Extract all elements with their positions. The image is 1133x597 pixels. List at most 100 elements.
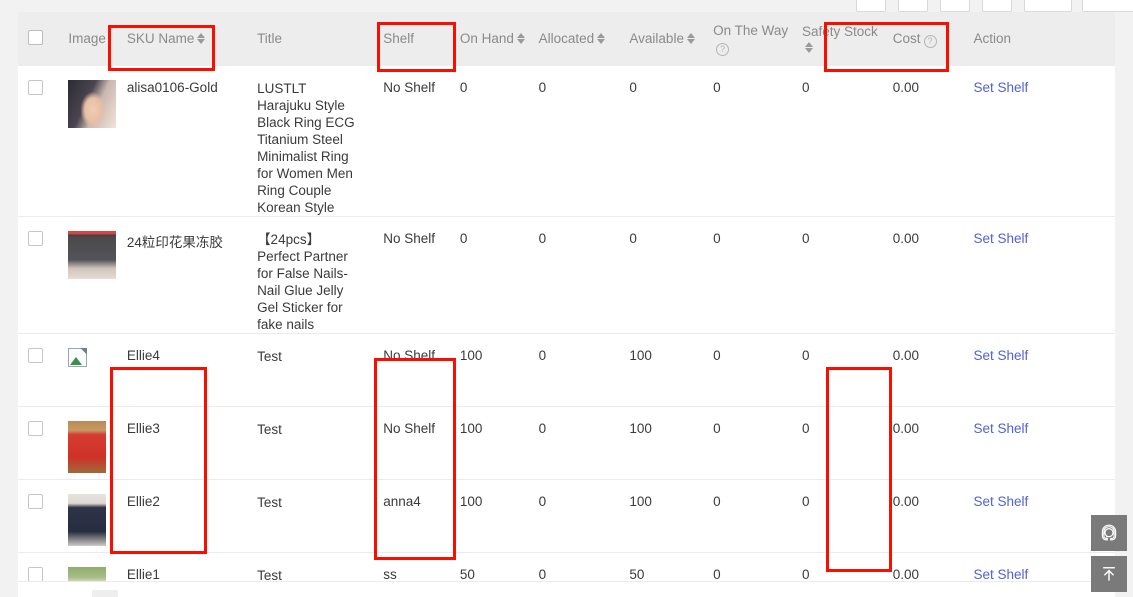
cell-sku-name: alisa0106-Gold [116, 66, 248, 217]
cell-checkbox [18, 66, 59, 217]
header-cell-shelf: Shelf [373, 12, 450, 66]
cell-safety-stock: 0 [791, 216, 883, 334]
header-label-on-hand: On Hand [459, 31, 514, 46]
cell-on-the-way: 0 [703, 333, 792, 407]
cell-available: 0 [619, 66, 704, 217]
cell-title: Test [247, 333, 374, 407]
row-checkbox[interactable] [28, 231, 43, 246]
set-shelf-link[interactable]: Set Shelf [974, 231, 1029, 246]
cell-safety-stock: 0 [791, 479, 883, 553]
sku-name-value: Ellie4 [126, 348, 160, 363]
help-icon-cost[interactable]: ? [923, 34, 937, 48]
safety-stock-value: 0 [801, 348, 810, 363]
on-the-way-value: 0 [713, 421, 721, 436]
on-the-way-value: 0 [713, 494, 721, 509]
shelf-value: No Shelf [383, 80, 435, 95]
sku-name-value: Ellie1 [126, 567, 160, 582]
product-thumbnail[interactable] [68, 80, 117, 128]
select-all-checkbox[interactable] [28, 30, 43, 45]
cell-cost: 0.00 [882, 406, 964, 480]
filter-input-2[interactable] [898, 0, 928, 12]
safety-stock-value: 0 [801, 494, 810, 509]
header-cell-available[interactable]: Available [619, 12, 703, 66]
allocated-value: 0 [538, 421, 547, 436]
header-cell-sku-name[interactable]: SKU Name [117, 12, 247, 66]
cost-value: 0.00 [892, 231, 920, 246]
available-value: 0 [629, 80, 637, 95]
row-checkbox[interactable] [28, 567, 43, 582]
table-row: Ellie3 Test No Shelf 100 0 100 0 0 0.00 Set Shelf [18, 406, 1115, 480]
header-label-action: Action [973, 31, 1012, 46]
help-icon-on-the-way[interactable]: ? [716, 42, 730, 56]
header-cell-allocated[interactable]: Allocated [529, 12, 620, 66]
header-label-image: Image [68, 31, 106, 46]
row-checkbox[interactable] [28, 348, 43, 363]
sort-icon-allocated[interactable] [597, 32, 606, 45]
filter-input-1[interactable] [856, 0, 886, 12]
header-cell-title: Title [247, 12, 373, 66]
cost-value: 0.00 [892, 421, 920, 436]
row-checkbox[interactable] [28, 421, 43, 436]
sort-icon-sku-name[interactable] [197, 32, 206, 45]
cell-title: Test [247, 479, 374, 553]
cell-title: LUSTLT Harajuku Style Black Ring ECG Tit… [247, 66, 374, 217]
header-cell-image: Image [58, 12, 117, 66]
filter-input-4[interactable] [982, 0, 1012, 12]
cost-value: 0.00 [892, 494, 920, 509]
header-cell-on-hand[interactable]: On Hand [450, 12, 529, 66]
sort-icon-available[interactable] [686, 32, 696, 45]
broken-image-icon [68, 348, 88, 367]
set-shelf-link[interactable]: Set Shelf [974, 494, 1029, 509]
cell-on-hand: 100 [449, 406, 529, 480]
cell-cost: 0.00 [882, 66, 964, 217]
available-value: 100 [629, 348, 652, 363]
product-thumbnail[interactable] [68, 494, 107, 546]
filter-input-6[interactable] [1082, 0, 1133, 12]
sort-icon-on-hand[interactable] [516, 32, 526, 45]
cell-allocated: 0 [528, 216, 620, 334]
set-shelf-link[interactable]: Set Shelf [974, 80, 1029, 95]
row-checkbox[interactable] [28, 80, 43, 95]
filter-input-5[interactable] [1024, 0, 1072, 12]
header-cell-cost: Cost? [883, 12, 964, 66]
allocated-value: 0 [538, 80, 547, 95]
product-thumbnail[interactable] [68, 231, 117, 279]
cell-shelf: anna4 [373, 479, 450, 553]
cell-on-hand: 100 [449, 333, 529, 407]
cell-cost: 0.00 [882, 333, 964, 407]
header-label-on-the-way: On The Way [713, 22, 789, 38]
table-row: 24粒印花果冻胶 【24pcs】Perfect Partner for False… [18, 216, 1115, 334]
inventory-page: Image SKU Name Title Shelf On Hand Alloc… [0, 0, 1133, 597]
cell-action: Set Shelf [963, 333, 1115, 407]
cell-on-the-way: 0 [703, 406, 792, 480]
title-value: 【24pcs】Perfect Partner for False Nails-N… [257, 232, 348, 332]
set-shelf-link[interactable]: Set Shelf [974, 421, 1029, 436]
available-value: 100 [629, 421, 652, 436]
cell-sku-name: Ellie4 [116, 333, 248, 407]
cell-image [58, 479, 117, 553]
footer-control[interactable] [92, 590, 118, 597]
set-shelf-link[interactable]: Set Shelf [974, 348, 1029, 363]
header-cell-safety-stock[interactable]: Safety Stock [792, 12, 883, 66]
shelf-value: No Shelf [383, 348, 435, 363]
row-checkbox[interactable] [28, 494, 43, 509]
cell-safety-stock: 0 [791, 66, 883, 217]
scroll-to-top-button[interactable] [1091, 556, 1127, 592]
support-chat-button[interactable] [1091, 515, 1127, 551]
set-shelf-link[interactable]: Set Shelf [974, 567, 1029, 582]
table-body: alisa0106-Gold LUSTLT Harajuku Style Blac… [18, 66, 1115, 597]
on-the-way-value: 0 [713, 80, 721, 95]
header-label-title: Title [257, 31, 283, 46]
filter-input-3[interactable] [940, 0, 970, 12]
header-label-cost: Cost [892, 30, 921, 46]
cell-action: Set Shelf [963, 406, 1115, 480]
cell-checkbox [18, 333, 59, 407]
title-value: Test [257, 349, 282, 364]
product-thumbnail[interactable] [68, 421, 107, 473]
cell-shelf: No Shelf [373, 333, 450, 407]
arrow-up-bar-icon [1103, 567, 1115, 581]
cell-on-the-way: 0 [703, 66, 792, 217]
cell-on-the-way: 0 [703, 216, 792, 334]
available-value: 0 [629, 231, 637, 246]
sort-icon-safety-stock[interactable] [804, 41, 814, 54]
